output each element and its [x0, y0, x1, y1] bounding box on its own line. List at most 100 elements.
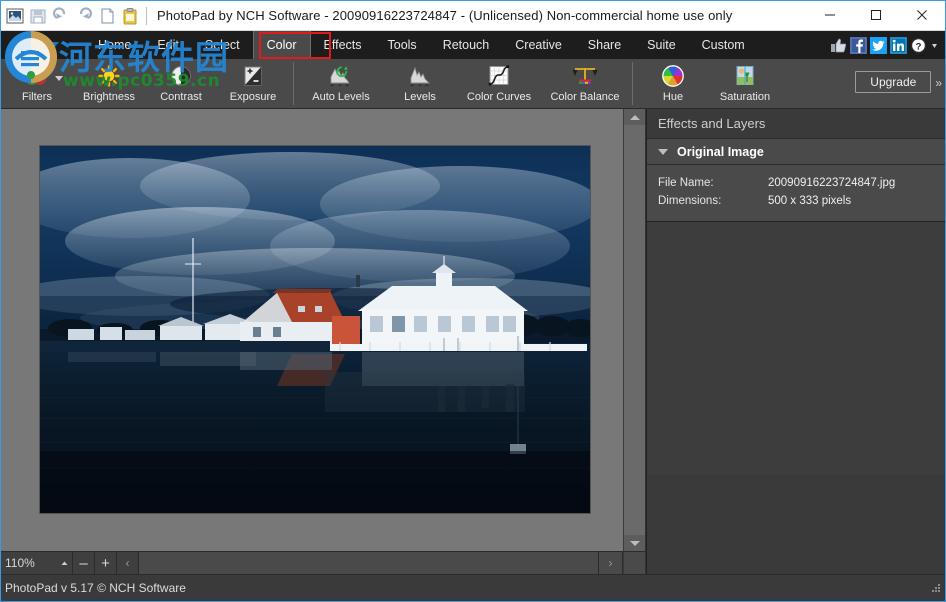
tab-tools[interactable]: Tools — [375, 31, 430, 59]
property-row: Dimensions: 500 x 333 pixels — [647, 192, 945, 210]
property-key: File Name: — [658, 177, 714, 189]
chevron-up-icon — [629, 114, 640, 120]
levels-histogram-icon — [405, 63, 435, 88]
tab-color[interactable]: Color — [252, 31, 311, 59]
zoom-level-label[interactable]: 110% — [1, 552, 57, 574]
tab-bar: Menu Home Edit Select Color Effects Tool… — [1, 31, 945, 60]
edited-photo[interactable] — [40, 146, 590, 513]
zoom-in-button[interactable]: + — [95, 552, 117, 574]
chevron-down-icon[interactable] — [55, 76, 63, 81]
ribbon-button-auto-levels[interactable]: Auto Levels — [298, 60, 384, 109]
scroll-down-button[interactable] — [624, 535, 645, 551]
undo-icon[interactable] — [51, 6, 71, 26]
tab-edit[interactable]: Edit — [144, 31, 192, 59]
upgrade-button[interactable]: Upgrade — [855, 71, 932, 93]
image-canvas-area[interactable] — [1, 109, 623, 551]
section-header-label: Original Image — [677, 144, 764, 159]
zoom-toolbar: 110% – + ‹ › — [1, 551, 623, 574]
tab-label: Retouch — [442, 38, 490, 52]
scroll-track[interactable] — [624, 125, 645, 535]
window-controls — [807, 1, 945, 31]
tab-suite[interactable]: Suite — [634, 31, 689, 59]
ribbon-button-exposure[interactable]: Exposure — [217, 60, 289, 109]
close-button[interactable] — [899, 1, 945, 30]
scroll-right-button[interactable]: › — [599, 552, 623, 574]
color-balance-scale-icon — [570, 63, 600, 88]
ribbon-toolbar: Filters Brightness Contrast Exposure Aut… — [1, 60, 945, 109]
canvas-vertical-scrollbar[interactable] — [623, 109, 645, 551]
ribbon-label: Color Balance — [550, 91, 620, 103]
ribbon-button-filters[interactable]: Filters — [1, 60, 73, 109]
zoom-presets-button[interactable] — [57, 552, 73, 574]
zoom-out-button[interactable]: – — [73, 552, 95, 574]
ribbon-button-saturation[interactable]: Saturation — [709, 60, 781, 109]
ribbon-divider — [293, 62, 294, 105]
ribbon-button-color-curves[interactable]: Color Curves — [456, 60, 542, 109]
help-icon[interactable]: ? — [910, 37, 927, 54]
scroll-up-button[interactable] — [624, 109, 645, 125]
quick-access-toolbar — [1, 6, 140, 26]
menu-button[interactable]: Menu — [1, 31, 85, 59]
tab-label: Custom — [701, 38, 745, 52]
clipboard-icon[interactable] — [120, 6, 140, 26]
property-row: File Name: 20090916223724847.jpg — [647, 174, 945, 192]
tab-label: Select — [204, 38, 240, 52]
ribbon-button-levels[interactable]: Levels — [384, 60, 456, 109]
svg-text:?: ? — [916, 41, 922, 52]
original-image-properties: File Name: 20090916223724847.jpg Dimensi… — [647, 165, 945, 222]
tab-select[interactable]: Select — [192, 31, 253, 59]
horizontal-scroll-track[interactable] — [139, 552, 599, 574]
chevron-down-icon[interactable] — [658, 148, 668, 155]
ribbon-label: Filters — [22, 91, 52, 103]
color-filters-icon — [22, 63, 52, 88]
minimize-button[interactable] — [807, 1, 853, 30]
status-bar: PhotoPad v 5.17 © NCH Software — [1, 574, 945, 601]
app-icon[interactable] — [5, 6, 25, 26]
save-icon[interactable] — [28, 6, 48, 26]
ribbon-label: Hue — [662, 91, 684, 103]
tab-label: Creative — [515, 38, 562, 52]
facebook-icon[interactable] — [850, 36, 867, 54]
tab-label: Tools — [387, 38, 417, 52]
ribbon-button-hue[interactable]: Hue — [637, 60, 709, 109]
effects-and-layers-panel: Effects and Layers Original Image File N… — [646, 109, 945, 574]
social-links: ? — [830, 31, 945, 59]
ribbon-button-color-balance[interactable]: Color Balance — [542, 60, 628, 109]
tab-custom[interactable]: Custom — [689, 31, 758, 59]
tab-share[interactable]: Share — [575, 31, 634, 59]
layers-list-empty-area[interactable] — [647, 222, 945, 475]
tab-label: Home — [98, 38, 132, 52]
window-title: PhotoPad by NCH Software - 2009091622372… — [157, 8, 733, 23]
property-key: Dimensions: — [658, 195, 722, 207]
new-document-icon[interactable] — [97, 6, 117, 26]
chevron-down-icon[interactable] — [930, 37, 939, 54]
tab-effects[interactable]: Effects — [311, 31, 375, 59]
linkedin-icon[interactable] — [890, 36, 907, 54]
tab-home[interactable]: Home — [85, 31, 144, 59]
maximize-button[interactable] — [853, 1, 899, 30]
title-separator — [146, 6, 147, 25]
ribbon-label: Brightness — [83, 91, 135, 103]
original-image-section-header[interactable]: Original Image — [647, 139, 945, 165]
ribbon-button-contrast[interactable]: Contrast — [145, 60, 217, 109]
scroll-left-button[interactable]: ‹ — [117, 552, 139, 574]
ribbon-button-brightness[interactable]: Brightness — [73, 60, 145, 109]
resize-grip-icon[interactable] — [930, 582, 942, 594]
thumbs-up-icon[interactable] — [830, 37, 847, 54]
ribbon-overflow-icon[interactable]: » — [935, 76, 942, 90]
scrollbar-corner — [623, 551, 645, 574]
ribbon-label: Exposure — [229, 91, 277, 103]
tab-label: Suite — [647, 38, 676, 52]
menu-label: Menu — [13, 38, 45, 52]
auto-levels-icon — [326, 63, 356, 88]
hue-wheel-icon — [660, 63, 686, 88]
property-value: 20090916223724847.jpg — [768, 177, 896, 189]
ribbon-divider — [632, 62, 633, 105]
ribbon-label: Contrast — [160, 91, 202, 103]
ribbon-label: Auto Levels — [312, 91, 370, 103]
tab-retouch[interactable]: Retouch — [430, 31, 503, 59]
ribbon-label: Color Curves — [466, 91, 532, 103]
redo-icon[interactable] — [74, 6, 94, 26]
twitter-icon[interactable] — [870, 36, 887, 54]
tab-creative[interactable]: Creative — [502, 31, 575, 59]
